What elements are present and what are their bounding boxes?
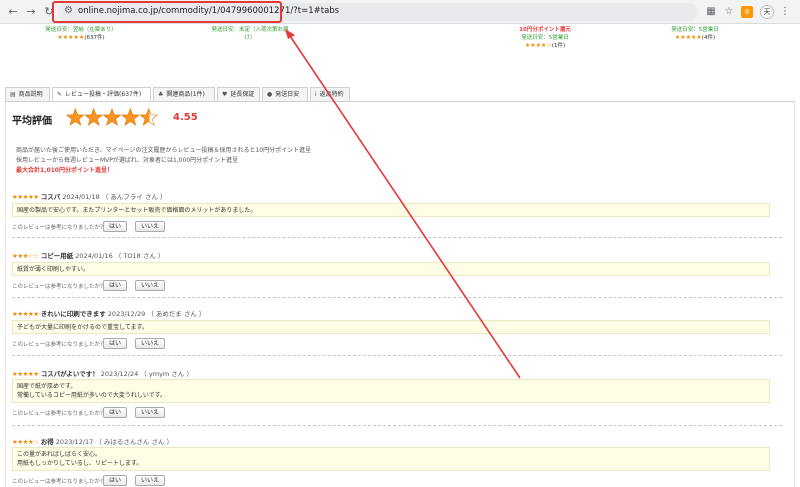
helpful-yes-button[interactable]: はい [103, 338, 127, 349]
review-item: ★★★☆☆ コピー用紙 2024/01/16 （ TO18 さん ） 紙質が薄く… [12, 250, 782, 292]
helpful-yes-button[interactable]: はい [103, 221, 127, 232]
review-title: コスパがよいです！ [40, 370, 99, 378]
tab-description[interactable]: ▤ 商品説明 [5, 87, 50, 101]
strip-item[interactable]: 発送日安：未定（入荷次第お届 け） [185, 26, 315, 42]
helpful-question: このレビューは参考になりましたか？ [12, 225, 106, 231]
helpful-yes-button[interactable]: はい [103, 280, 127, 291]
helpful-no-button[interactable]: いいえ [135, 280, 165, 291]
extensions-icon[interactable]: 8 [741, 6, 753, 18]
helpful-no-button[interactable]: いいえ [135, 475, 165, 486]
star-icon [102, 108, 122, 126]
helpful-yes-button[interactable]: はい [103, 475, 127, 486]
average-score: 4.55 [173, 112, 198, 123]
review-title: お得 [40, 438, 54, 446]
review-body: 国産の製品で安心です。またプリンターとセット販売で価格面のメリットがありました。 [12, 203, 770, 217]
review-body: 子どもが大量に印刷をかけるので重宝してます。 [12, 320, 770, 334]
review-stars: ★★★★★ [12, 310, 39, 318]
browser-toolbar: ← → ↻ ⚙ online.nojima.co.jp/commodity/1/… [0, 0, 800, 24]
divider [12, 355, 782, 356]
review-header: ★★★★★ きれいに印刷できます 2023/12/29 （ あめだま さん ） [12, 308, 205, 318]
strip-item[interactable]: 10円分ポイント還元 発送日安：5営業日 ★★★★☆(1件) [480, 26, 610, 50]
strip-item[interactable]: 発送日安：翌納（在庫あり） ★★★★★(637件) [16, 26, 146, 42]
review-header: ★★★☆☆ コピー用紙 2024/01/16 （ TO18 さん ） [12, 250, 164, 260]
qr-icon[interactable]: ▦ [704, 4, 718, 20]
helpful-no-button[interactable]: いいえ [135, 407, 165, 418]
review-body: 紙質が薄く印刷しやすい。 [12, 262, 770, 276]
review-meta: 2023/12/29 （ あめだま さん ） [107, 310, 206, 318]
average-rating-title: 平均評価 [12, 116, 52, 127]
info-icon: i [315, 91, 317, 98]
divider [12, 297, 782, 298]
review-item: ★★★★★ きれいに印刷できます 2023/12/29 （ あめだま さん ） … [12, 308, 782, 350]
bookmark-star-icon[interactable]: ☆ [722, 4, 736, 20]
review-title: コスパ [40, 193, 61, 201]
helpful-question: このレビューは参考になりましたか？ [12, 479, 106, 485]
helpful-question: このレビューは参考になりましたか？ [12, 342, 106, 348]
toolbar-right-icons: ▦ ☆ 8 天 ⋮ [704, 4, 794, 20]
review-item: ★★★★★ コスパ 2024/01/18 （ あんフライ さん ） 国産の製品で… [12, 191, 782, 232]
tab-related[interactable]: ♣ 関連商品(1件) [153, 87, 215, 101]
review-header: ★★★★★ コスパがよいです！ 2023/12/24 （ ymym さん ） [12, 368, 193, 378]
review-body: 国産で紙が厚めです。 常備しているコピー用紙が多いので大変うれしいです。 [12, 379, 770, 403]
review-item: ★★★★★ コスパがよいです！ 2023/12/24 （ ymym さん ） 国… [12, 368, 782, 418]
review-item: ★★★★☆ お得 2023/12/17 （ みはるさんさん さん ） この量があ… [12, 436, 782, 487]
tab-shipping[interactable]: ● 発送日安 [262, 87, 308, 101]
review-point-info: 商品が届いた後ご使用いただき、マイページの注文履歴からレビュー投稿＆採用されると… [16, 147, 312, 174]
review-title: きれいに印刷できます [40, 310, 106, 318]
review-stars: ★★★★★ [12, 370, 39, 378]
menu-icon[interactable]: ⋮ [778, 4, 792, 20]
helpful-no-button[interactable]: いいえ [135, 221, 165, 232]
related-products-strip: 発送日安：翌納（在庫あり） ★★★★★(637件) 発送日安：未定（入荷次第お届… [0, 24, 800, 54]
review-meta: 2024/01/16 （ TO18 さん ） [75, 252, 165, 260]
url-highlight-box [52, 1, 282, 23]
heart-icon: ♥ [222, 91, 228, 98]
tab-returns[interactable]: i 返品特約 [310, 87, 350, 101]
tab-reviews[interactable]: ✎ レビュー投稿・評価(637件) [52, 87, 151, 101]
clock-icon: ● [267, 91, 273, 98]
review-title: コピー用紙 [40, 252, 74, 260]
pencil-icon: ✎ [57, 91, 63, 98]
review-stars: ★★★★☆ [12, 438, 39, 446]
helpful-yes-button[interactable]: はい [103, 407, 127, 418]
star-icon [121, 108, 140, 126]
review-body: この量があればしばらく安心。 用紙もしっかりしているし、リピートします。 [12, 447, 770, 471]
review-header: ★★★★☆ お得 2023/12/17 （ みはるさんさん さん ） [12, 436, 173, 446]
star-icon [84, 108, 103, 126]
review-meta: 2024/01/18 （ あんフライ さん ） [62, 193, 167, 201]
review-stars: ★★★☆☆ [12, 252, 39, 260]
review-meta: 2023/12/24 （ ymym さん ） [100, 370, 193, 378]
avatar[interactable]: 天 [760, 5, 774, 19]
divider [12, 425, 782, 426]
divider [12, 237, 782, 238]
review-stars: ★★★★★ [12, 193, 39, 201]
average-rating-stars [66, 108, 158, 126]
review-header: ★★★★★ コスパ 2024/01/18 （ あんフライ さん ） [12, 191, 167, 201]
helpful-question: このレビューは参考になりましたか？ [12, 284, 106, 290]
half-star-icon [139, 108, 158, 126]
review-meta: 2023/12/17 （ みはるさんさん さん ） [55, 438, 174, 446]
club-icon: ♣ [158, 91, 164, 98]
document-icon: ▤ [10, 91, 16, 98]
strip-item[interactable]: 発送日安：5営業日 ★★★★★(4件) [630, 26, 760, 42]
helpful-question: このレビューは参考になりましたか？ [12, 411, 106, 417]
helpful-no-button[interactable]: いいえ [135, 338, 165, 349]
forward-icon[interactable]: → [24, 5, 38, 19]
tab-warranty[interactable]: ♥ 延長保証 [217, 87, 260, 101]
star-icon [66, 108, 85, 126]
back-icon[interactable]: ← [6, 5, 20, 19]
